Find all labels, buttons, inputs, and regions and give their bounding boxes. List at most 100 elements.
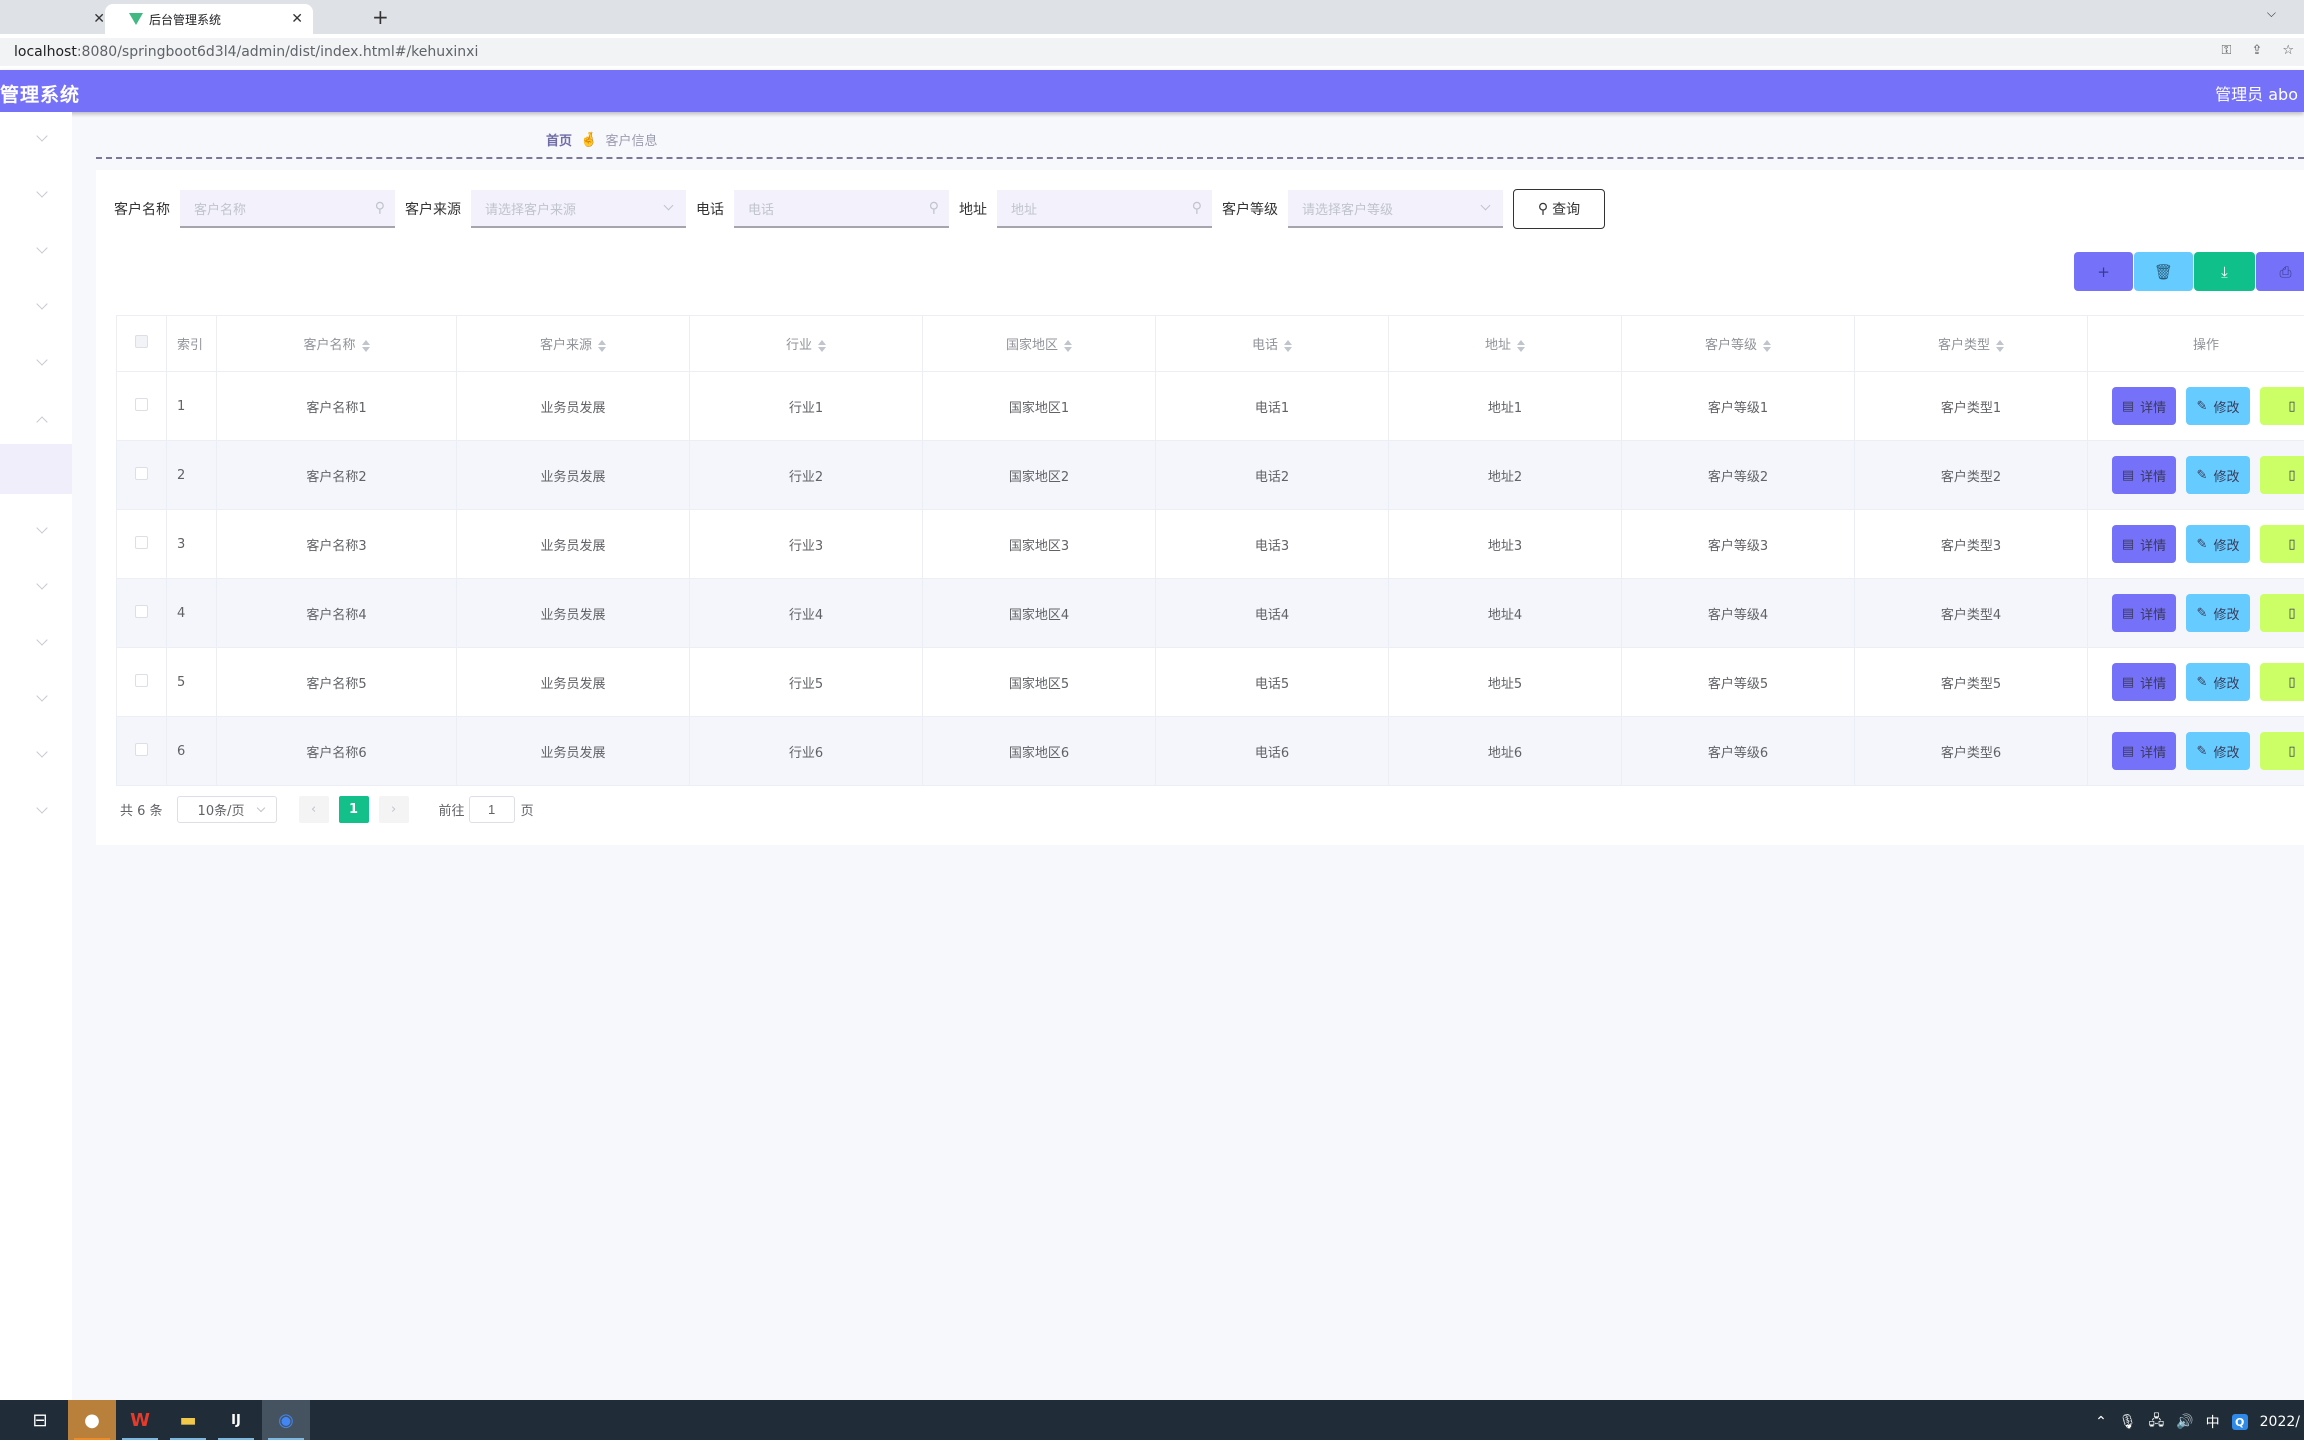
sort-caret-icon[interactable] [1517,339,1525,352]
chrome-app-icon[interactable]: ◉ [262,1400,310,1440]
detail-button[interactable]: ▤ 详情 [2112,663,2176,701]
detail-button[interactable]: ▤ 详情 [2112,732,2176,770]
edit-button[interactable]: ✎ 修改 [2186,525,2250,563]
edit-button[interactable]: ✎ 修改 [2186,387,2250,425]
goto-page-input[interactable] [468,796,515,823]
qq-icon[interactable]: Q [2231,1414,2248,1430]
export-button[interactable]: ⤓ [2194,252,2255,291]
sort-caret-icon[interactable] [1284,339,1292,352]
key-icon[interactable]: ⚿ [2222,43,2232,58]
sidebar-item[interactable] [0,784,72,840]
column-header[interactable]: 地址 [1388,315,1622,372]
sort-caret-icon[interactable] [361,339,370,352]
next-page-button[interactable]: › [378,796,409,823]
column-header[interactable]: 电话 [1155,315,1389,372]
row-checkbox[interactable] [135,604,148,618]
column-header[interactable]: 客户等级 [1621,315,1855,372]
cell-actions: ▤ 详情 ✎ 修改 ▯ [2087,440,2304,510]
network-icon[interactable]: 🖧 [2149,1410,2165,1434]
sort-caret-icon[interactable] [1763,339,1771,352]
sidebar-item[interactable] [0,560,72,616]
row-checkbox[interactable] [135,397,148,411]
breadcrumb-home[interactable]: 首页 [546,130,572,149]
customer-level-select[interactable]: 请选择客户等级 [1288,190,1503,228]
prev-page-button[interactable]: ‹ [298,796,329,823]
query-button[interactable]: ⚲ 查询 [1513,189,1605,229]
microphone-icon[interactable]: 🎙 [2119,1414,2137,1430]
batch-delete-button[interactable]: 🗑 [2134,252,2193,291]
chevron-up-icon[interactable]: ⌃ [2095,1414,2107,1430]
row-checkbox[interactable] [135,466,148,480]
sort-caret-icon[interactable] [598,339,606,352]
edit-button[interactable]: ✎ 修改 [2186,456,2250,494]
taskbar: ⊟ ● W ▬ IJ ◉ ⌃ 🎙 🖧 🔊 中 Q 2022/ [0,1400,2304,1440]
sidebar-item[interactable] [0,112,72,168]
user-menu[interactable]: 管理员 abo [2215,81,2298,105]
column-header[interactable]: 客户名称 [216,315,457,372]
pencil-icon: ✎ [2196,467,2208,483]
row-checkbox[interactable] [135,673,148,687]
address-input[interactable]: 地址 ⚲ [997,190,1212,228]
detail-button[interactable]: ▤ 详情 [2112,387,2176,425]
task-view-icon[interactable]: ⊟ [16,1400,64,1440]
address-bar[interactable]: localhost:8080/springboot6d3l4/admin/dis… [0,38,2304,66]
detail-button[interactable]: ▤ 详情 [2112,594,2176,632]
wps-app-icon[interactable]: W [116,1400,164,1440]
volume-icon[interactable]: 🔊 [2176,1414,2193,1430]
clock[interactable]: 2022/ [2260,1414,2300,1430]
sidebar-item[interactable] [0,672,72,728]
share-icon[interactable]: ⇪ [2251,43,2262,58]
detail-button[interactable]: ▤ 详情 [2112,456,2176,494]
select-all-checkbox[interactable] [135,335,148,348]
sidebar-item[interactable] [0,168,72,224]
customer-source-select[interactable]: 请选择客户来源 [471,190,686,228]
sort-caret-icon[interactable] [818,339,826,352]
delete-button[interactable]: ▯ [2260,387,2304,425]
sidebar-item[interactable] [0,280,72,336]
add-button[interactable]: + [2074,252,2133,291]
ime-indicator[interactable]: 中 [2206,1412,2220,1432]
sidebar-item[interactable] [0,728,72,784]
close-tab-icon[interactable]: ✕ [291,11,303,27]
new-tab-button[interactable]: + [372,5,389,29]
trash-icon: ▯ [2288,398,2296,414]
edit-button[interactable]: ✎ 修改 [2186,732,2250,770]
sidebar-item[interactable] [0,224,72,280]
sidebar-item[interactable] [0,504,72,560]
browser-tab-active[interactable]: 后台管理系统 ✕ [105,4,313,34]
bookmark-star-icon[interactable]: ☆ [2282,43,2294,58]
browser-tab-inactive[interactable]: ✕ [0,4,115,34]
page-size-select[interactable]: 10条/页 [176,796,277,823]
column-header[interactable]: 客户来源 [456,315,690,372]
column-header[interactable]: 国家地区 [922,315,1156,372]
sidebar-item[interactable] [0,336,72,392]
sidebar-item[interactable] [0,444,72,494]
intellij-app-icon[interactable]: IJ [212,1400,260,1440]
sidebar-item[interactable] [0,616,72,672]
close-tab-icon[interactable]: ✕ [93,11,105,27]
print-button[interactable]: ⎙ [2256,252,2304,291]
edit-button[interactable]: ✎ 修改 [2186,594,2250,632]
delete-button[interactable]: ▯ [2260,594,2304,632]
tab-search-chevron-icon[interactable]: ⌵ [2267,6,2276,21]
delete-button[interactable]: ▯ [2260,663,2304,701]
row-checkbox[interactable] [135,535,148,549]
column-header[interactable]: 客户类型 [1854,315,2088,372]
delete-button[interactable]: ▯ [2260,732,2304,770]
cell-actions: ▤ 详情 ✎ 修改 ▯ [2087,716,2304,786]
sort-caret-icon[interactable] [1064,339,1072,352]
delete-button[interactable]: ▯ [2260,525,2304,563]
sort-caret-icon[interactable] [1996,339,2004,352]
sidebar-item[interactable] [0,392,72,448]
file-explorer-icon[interactable]: ▬ [164,1400,212,1440]
column-header[interactable]: 行业 [689,315,923,372]
edit-button[interactable]: ✎ 修改 [2186,663,2250,701]
chevron-down-icon [36,242,48,254]
navicat-app-icon[interactable]: ● [68,1400,116,1440]
row-checkbox[interactable] [135,742,148,756]
delete-button[interactable]: ▯ [2260,456,2304,494]
page-number-button[interactable]: 1 [338,796,369,823]
detail-button[interactable]: ▤ 详情 [2112,525,2176,563]
phone-input[interactable]: 电话 ⚲ [734,190,949,228]
customer-name-input[interactable]: 客户名称 ⚲ [180,190,395,228]
